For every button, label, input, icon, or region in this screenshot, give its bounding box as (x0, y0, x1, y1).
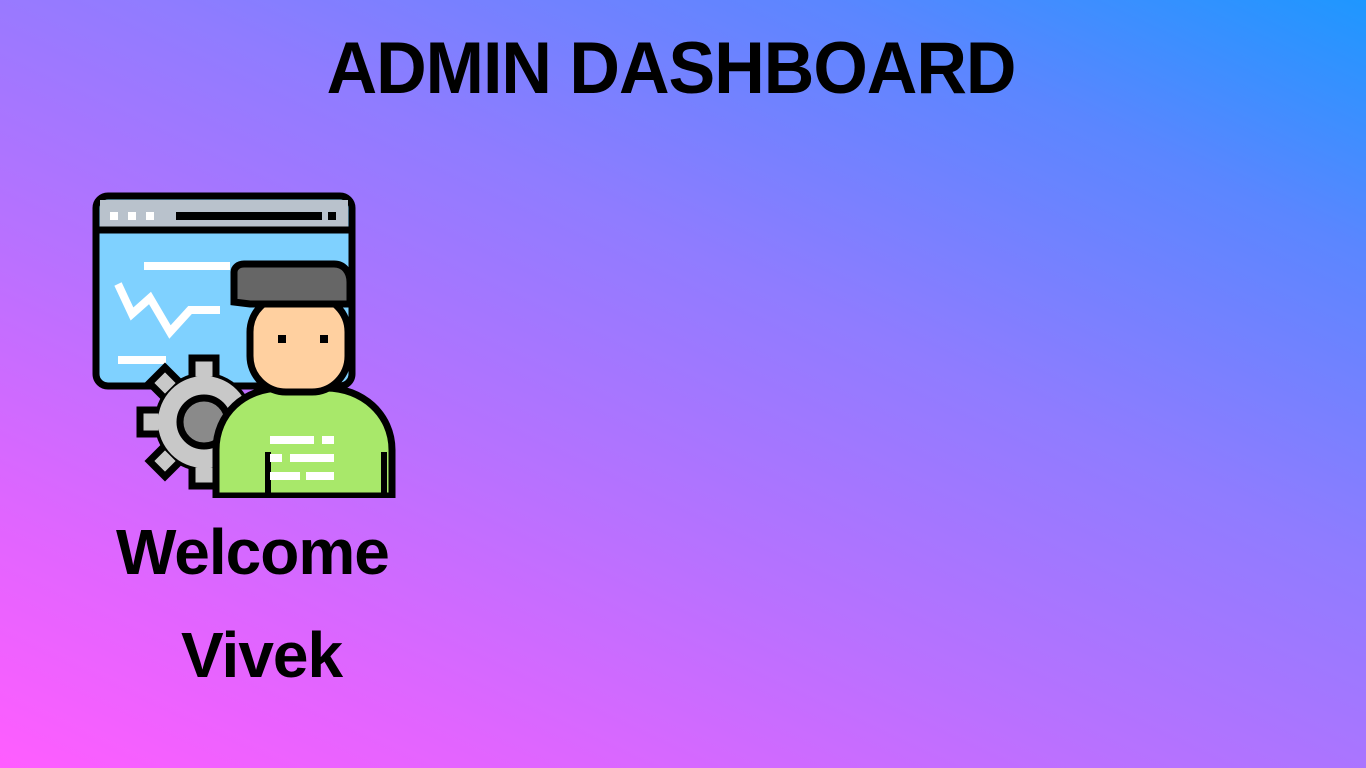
welcome-text: Welcome (116, 516, 390, 588)
user-name: Vivek (181, 619, 343, 691)
admin-user-gear-icon (92, 192, 396, 498)
admin-illustration (92, 192, 398, 498)
page-title: ADMIN DASHBOARD (326, 27, 1017, 109)
